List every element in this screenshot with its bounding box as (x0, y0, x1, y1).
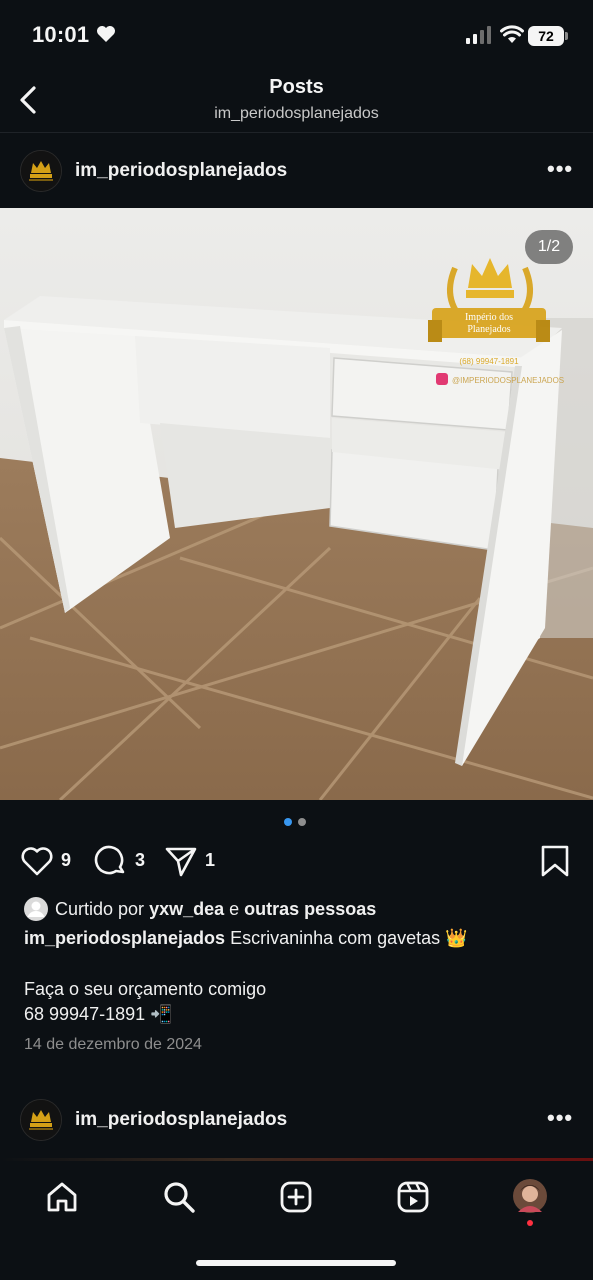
carousel-dot (298, 818, 306, 826)
carousel-dot-active (284, 818, 292, 826)
reels-icon[interactable] (396, 1180, 430, 1214)
liker-avatar[interactable] (24, 897, 48, 921)
caption-line: im_periodosplanejados Escrivaninha com g… (24, 926, 468, 951)
more-options-icon[interactable]: ••• (547, 1105, 573, 1131)
status-time: 10:01 (32, 22, 90, 47)
caption-text: Escrivaninha com gavetas 👑 (230, 928, 468, 948)
notification-dot (527, 1220, 533, 1226)
post-username[interactable]: im_periodosplanejados (75, 160, 287, 182)
share-icon[interactable] (164, 844, 198, 878)
next-post-image-edge (0, 1158, 593, 1161)
watermark-line-2: Planejados (467, 324, 510, 335)
caption-username[interactable]: im_periodosplanejados (24, 928, 225, 948)
home-icon[interactable] (45, 1180, 79, 1214)
bookmark-icon[interactable] (540, 844, 570, 878)
wifi-icon (500, 25, 524, 43)
home-indicator (196, 1260, 396, 1266)
more-options-icon[interactable]: ••• (547, 156, 573, 182)
liked-by-conj: e (229, 899, 240, 919)
liked-by-prefix: Curtido por (55, 899, 145, 919)
page-subtitle: im_periodosplanejados (214, 105, 379, 122)
caption-line-2: Faça o seu orçamento comigo (24, 979, 267, 999)
page-title: Posts (269, 76, 324, 98)
search-icon[interactable] (162, 1180, 196, 1214)
watermark-line-1: Império dos (465, 312, 513, 323)
create-icon[interactable] (279, 1180, 313, 1214)
shares-count[interactable]: 1 (205, 850, 215, 871)
heart-status-icon (97, 26, 115, 42)
watermark-line-3: (68) 99947-1891 (459, 357, 519, 366)
post-image[interactable]: Império dos Planejados (68) 99947-1891 @… (0, 208, 593, 800)
next-post-avatar[interactable] (20, 1099, 62, 1141)
liked-by-user[interactable]: yxw_dea (149, 899, 224, 919)
liked-by-line: Curtido por yxw_dea e outras pessoas (55, 897, 376, 922)
desk-photo: Império dos Planejados (68) 99947-1891 @… (0, 208, 593, 800)
crown-logo-icon (21, 1100, 61, 1140)
battery-indicator: 72 (528, 26, 564, 46)
crown-logo-icon (21, 151, 61, 191)
header-divider (0, 132, 593, 133)
post-date: 14 de dezembro de 2024 (24, 1036, 202, 1053)
comments-count[interactable]: 3 (135, 850, 145, 871)
post-avatar[interactable] (20, 150, 62, 192)
profile-avatar[interactable] (512, 1178, 548, 1214)
likes-count[interactable]: 9 (61, 850, 71, 871)
cellular-signal-icon (466, 26, 491, 44)
battery-tip (565, 32, 568, 40)
watermark-line-4: @IMPERIODOSPLANEJADOS (452, 376, 564, 385)
heart-icon[interactable] (20, 845, 54, 877)
image-counter-badge: 1/2 (525, 230, 573, 264)
comment-icon[interactable] (94, 844, 128, 878)
liked-by-others[interactable]: outras pessoas (244, 899, 376, 919)
next-post-username[interactable]: im_periodosplanejados (75, 1109, 287, 1131)
caption-line-3: 68 99947-1891 📲 (24, 1004, 173, 1024)
